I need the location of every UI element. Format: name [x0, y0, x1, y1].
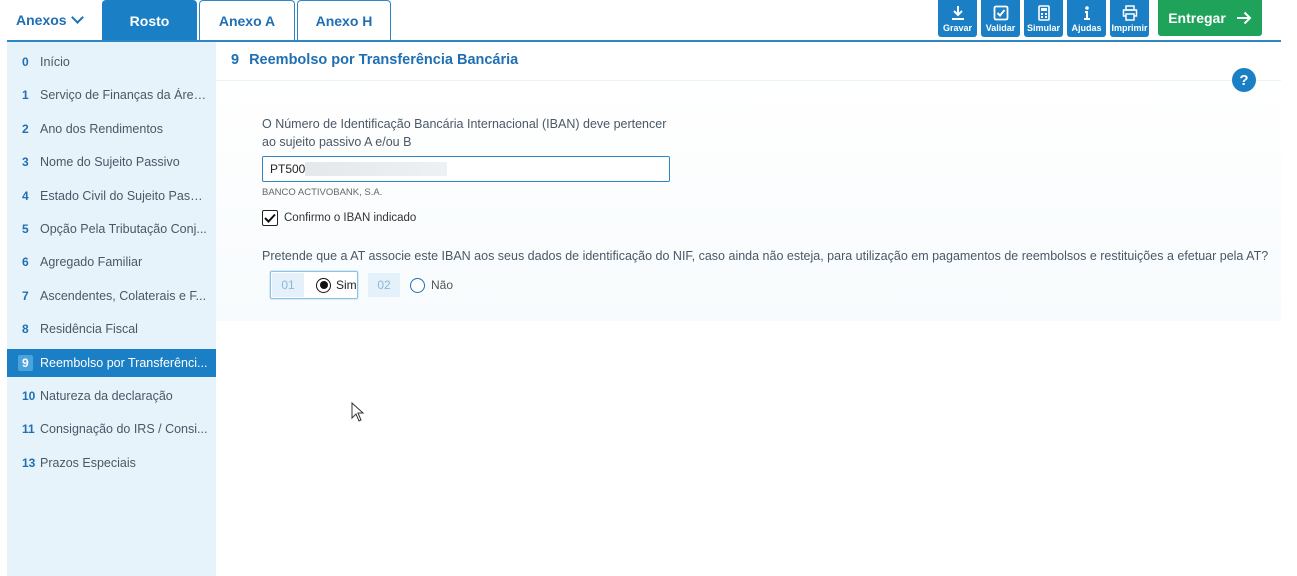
sidebar-item-nome-sujeito[interactable]: 3 Nome do Sujeito Passivo [7, 148, 216, 176]
title-divider [216, 80, 1281, 81]
sidebar-item-label: Residência Fiscal [40, 322, 138, 336]
sidebar-item-number: 4 [22, 189, 29, 203]
sidebar-item-number: 3 [22, 155, 29, 169]
sidebar-item-ascendentes[interactable]: 7 Ascendentes, Colaterais e F... [7, 282, 216, 310]
gravar-label: Gravar [942, 23, 973, 33]
sidebar-item-estado-civil[interactable]: 4 Estado Civil do Sujeito Passi... [7, 182, 216, 210]
entregar-label: Entregar [1168, 10, 1226, 26]
tab-rosto[interactable]: Rosto [102, 0, 197, 41]
option-label: Sim [336, 278, 357, 292]
help-button[interactable]: ? [1232, 68, 1256, 92]
iban-redacted-block [305, 162, 448, 176]
top-bar: Anexos Rosto Anexo A Anexo H Gravar Vali… [0, 0, 1297, 42]
sidebar-item-label: Nome do Sujeito Passivo [40, 155, 180, 169]
option-code: 02 [368, 273, 400, 297]
iban-field-label: O Número de Identificação Bancária Inter… [262, 117, 667, 149]
sidebar-item-natureza-declaracao[interactable]: 10 Natureza da declaração [7, 382, 216, 410]
iban-value: PT500 [270, 162, 306, 176]
sidebar-item-ano-rendimentos[interactable]: 2 Ano dos Rendimentos [7, 115, 216, 143]
sidebar-item-agregado-familiar[interactable]: 6 Agregado Familiar [7, 248, 216, 276]
sidebar-item-consignacao[interactable]: 11 Consignação do IRS / Consi... [7, 415, 216, 443]
anexos-dropdown[interactable]: Anexos [7, 0, 102, 40]
sidebar-item-label: Estado Civil do Sujeito Passi... [40, 189, 208, 203]
sidebar-item-number: 5 [22, 222, 29, 236]
ajudas-button[interactable]: Ajudas [1067, 0, 1106, 37]
tab-anexo-h[interactable]: Anexo H [297, 0, 391, 41]
option-code: 01 [272, 273, 304, 297]
printer-icon [1122, 5, 1137, 21]
confirm-iban-label: Confirmo o IBAN indicado [284, 212, 417, 224]
sidebar-item-label: Prazos Especiais [40, 456, 136, 470]
sidebar-item-inicio[interactable]: 0 Início [7, 48, 216, 76]
sidebar-item-servico-financas[interactable]: 1 Serviço de Finanças da Área... [7, 81, 216, 109]
section-title: Reembolso por Transferência Bancária [249, 52, 519, 68]
tab-anexo-h-label: Anexo H [315, 13, 373, 29]
ajudas-label: Ajudas [1071, 23, 1102, 33]
option-nao[interactable]: 02 Não [368, 271, 453, 299]
confirm-iban-checkbox[interactable]: Confirmo o IBAN indicado [262, 210, 416, 226]
sidebar-item-number: 7 [22, 289, 29, 303]
sidebar-item-label: Ascendentes, Colaterais e F... [40, 289, 207, 303]
calculator-icon [1037, 5, 1050, 21]
entregar-button[interactable]: Entregar [1158, 0, 1262, 36]
sidebar-item-label: Reembolso por Transferênci... [40, 356, 208, 370]
imprimir-button[interactable]: Imprimir [1110, 0, 1149, 37]
simular-label: Simular [1026, 23, 1060, 33]
sidebar-item-label: Agregado Familiar [40, 255, 143, 269]
sidebar-item-label: Ano dos Rendimentos [40, 122, 163, 136]
validar-button[interactable]: Validar [981, 0, 1020, 37]
validar-label: Validar [985, 23, 1016, 33]
imprimir-label: Imprimir [1111, 23, 1148, 33]
arrow-right-icon [1236, 11, 1252, 25]
option-label: Não [431, 278, 454, 292]
anexos-label: Anexos [16, 12, 67, 28]
sidebar-item-number: 0 [22, 55, 29, 69]
page-title: 9 Reembolso por Transferência Bancária [231, 52, 518, 68]
sidebar-item-label: Consignação do IRS / Consi... [40, 422, 208, 436]
sidebar-item-number: 9 [7, 355, 40, 371]
sidebar-item-number: 8 [22, 322, 29, 336]
sidebar-item-number: 2 [22, 122, 29, 136]
tab-rosto-label: Rosto [129, 13, 170, 29]
sidebar-item-reembolso[interactable]: 9 Reembolso por Transferênci... [7, 349, 216, 377]
option-sim[interactable]: 01 Sim [270, 271, 358, 299]
simular-button[interactable]: Simular [1024, 0, 1063, 37]
sidebar-item-label: Serviço de Finanças da Área... [40, 88, 208, 102]
sidebar-item-number: 13 [22, 456, 36, 470]
radio-selected-icon[interactable] [316, 277, 331, 293]
sidebar-item-opcao-tributacao[interactable]: 5 Opção Pela Tributação Conj... [7, 215, 216, 243]
sidebar-item-number: 11 [22, 422, 35, 436]
sidebar-item-label: Início [40, 55, 70, 69]
sidebar-item-prazos-especiais[interactable]: 13 Prazos Especiais [7, 449, 216, 477]
mouse-cursor-icon [351, 402, 365, 422]
tab-anexo-a-label: Anexo A [218, 13, 276, 29]
iban-association-question: Pretende que a AT associe este IBAN aos … [262, 249, 1269, 263]
sidebar: 0 Início 1 Serviço de Finanças da Área..… [7, 42, 216, 576]
info-icon [1083, 6, 1090, 20]
bank-name: BANCO ACTIVOBANK, S.A. [262, 187, 383, 198]
help-icon: ? [1239, 71, 1249, 89]
sidebar-item-number-badge: 9 [18, 355, 33, 371]
sidebar-item-number: 10 [22, 389, 36, 403]
radio-unselected-icon[interactable] [410, 277, 425, 293]
tab-anexo-a[interactable]: Anexo A [199, 0, 295, 41]
sidebar-item-label: Natureza da declaração [40, 389, 173, 403]
sidebar-item-label: Opção Pela Tributação Conj... [40, 222, 207, 236]
iban-input[interactable]: PT500 [262, 156, 670, 182]
sidebar-item-number: 1 [22, 88, 29, 102]
gravar-button[interactable]: Gravar [938, 0, 977, 37]
checkbox-check-icon [993, 5, 1008, 21]
checkbox-checked-icon[interactable] [262, 210, 278, 226]
download-icon [951, 6, 964, 20]
sidebar-item-residencia-fiscal[interactable]: 8 Residência Fiscal [7, 315, 216, 343]
section-number: 9 [231, 52, 240, 68]
sidebar-item-number: 6 [22, 255, 29, 269]
chevron-down-icon [70, 10, 84, 24]
